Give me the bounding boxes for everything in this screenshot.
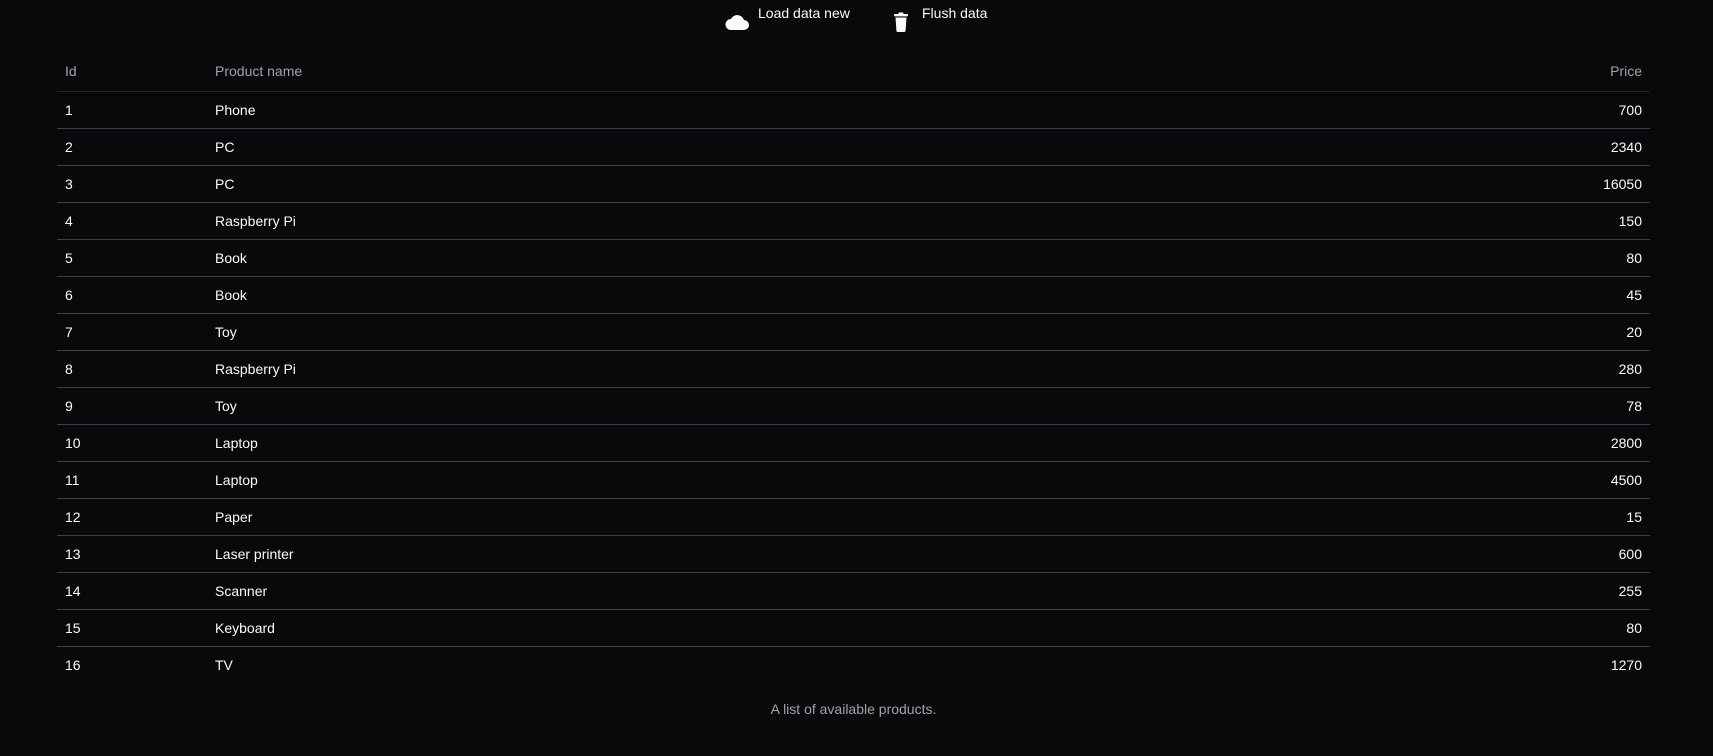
cell-product-name: TV [215,657,233,673]
table-row: 14 Scanner 255 [57,572,1650,610]
cell-id: 4 [57,202,207,240]
cell-id: 5 [57,239,207,277]
table-row: 12 Paper 15 [57,498,1650,536]
cell-price: 280 [1148,350,1650,388]
cell-product-name: Raspberry Pi [207,350,1149,388]
cell-product-name: PC [207,128,1149,166]
table-row: 15 Keyboard 80 [57,609,1650,647]
cell-price: 80 [1148,609,1650,647]
products-table: A list of available products. Id Product… [57,51,1650,717]
cell-product-name: Laptop [207,461,1149,499]
cell-price: 700 [1148,91,1650,129]
table-row: 10 Laptop 2800 [57,424,1650,462]
cell-id: 14 [57,572,207,610]
cell-product-name: Toy [207,387,1149,425]
cell-price: 150 [1148,202,1650,240]
cell-id: 1 [57,91,207,129]
cell-id: 9 [57,387,207,425]
cell-price: 1270 [1610,657,1642,673]
table-body: 1 Phone 700 2 PC 2340 3 PC 16050 4 Raspberry Pi 150… [57,91,1650,684]
cell-id: 10 [57,424,207,462]
cell-price: 2800 [1148,424,1650,462]
table-row: 8 Raspberry Pi 280 [57,350,1650,388]
cell-price: 20 [1148,313,1650,351]
cell-price: 255 [1148,572,1650,610]
table-row: 1 Phone 700 [57,91,1650,129]
table-row: 16 TV 1270 [57,647,1650,684]
cell-id: 11 [57,461,207,499]
trash-icon [888,12,914,32]
table-row: 3 PC 16050 [57,165,1650,203]
cloud-icon [724,12,750,32]
flush-data-button[interactable]: Flush data [888,0,987,32]
cell-price: 16050 [1148,165,1650,203]
load-data-button[interactable]: Load data new [724,0,850,32]
table-row: 4 Raspberry Pi 150 [57,202,1650,240]
column-header-product-name: Product name [207,51,1149,92]
cell-id: 16 [65,657,81,673]
cell-product-name: Scanner [207,572,1149,610]
cell-id: 15 [57,609,207,647]
cell-product-name: Laser printer [207,535,1149,573]
table-row: 6 Book 45 [57,276,1650,314]
cell-product-name: PC [207,165,1149,203]
cell-product-name: Phone [207,91,1149,129]
cell-product-name: Toy [207,313,1149,351]
table-row: 11 Laptop 4500 [57,461,1650,499]
table-row: 7 Toy 20 [57,313,1650,351]
cell-product-name: Book [207,239,1149,277]
table-row: 13 Laser printer 600 [57,535,1650,573]
load-data-label: Load data new [758,5,850,21]
cell-id: 8 [57,350,207,388]
column-header-price: Price [1148,51,1650,92]
toolbar: Load data new Flush data [0,0,1713,40]
cell-price: 80 [1148,239,1650,277]
cell-price: 2340 [1148,128,1650,166]
cell-product-name: Keyboard [207,609,1149,647]
cell-product-name: Book [207,276,1149,314]
cell-product-name: Laptop [207,424,1149,462]
cell-price: 4500 [1148,461,1650,499]
cell-product-name: Paper [207,498,1149,536]
table-caption: A list of available products. [770,701,937,717]
column-header-id: Id [57,51,207,92]
cell-id: 2 [57,128,207,166]
cell-product-name: Raspberry Pi [207,202,1149,240]
cell-id: 7 [57,313,207,351]
table-header-row: Id Product name Price [57,51,1650,92]
table-row: 2 PC 2340 [57,128,1650,166]
cell-price: 45 [1148,276,1650,314]
cell-price: 15 [1148,498,1650,536]
flush-data-label: Flush data [922,5,988,21]
cell-price: 78 [1148,387,1650,425]
cell-id: 6 [57,276,207,314]
cell-id: 3 [57,165,207,203]
cell-price: 600 [1148,535,1650,573]
cell-id: 13 [57,535,207,573]
cell-id: 12 [57,498,207,536]
table-row: 9 Toy 78 [57,387,1650,425]
table-row: 5 Book 80 [57,239,1650,277]
